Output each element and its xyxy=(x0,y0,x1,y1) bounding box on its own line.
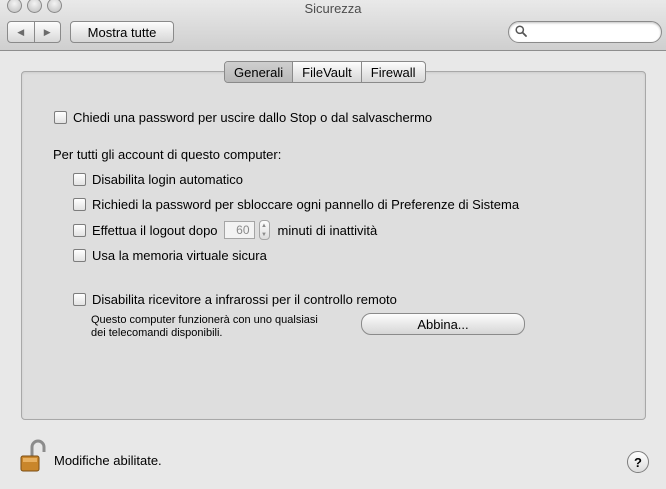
toolbar: Sicurezza ◀ ▶ Mostra tutte xyxy=(0,0,666,51)
secure-vm-checkbox[interactable] xyxy=(73,249,86,262)
password-on-wake-checkbox[interactable] xyxy=(54,111,67,124)
require-password-prefs-checkbox[interactable] xyxy=(73,198,86,211)
tab-filevault[interactable]: FileVault xyxy=(292,62,361,82)
search-field[interactable] xyxy=(508,21,662,43)
show-all-button[interactable]: Mostra tutte xyxy=(70,21,174,43)
tab-generali[interactable]: Generali xyxy=(225,62,293,82)
ir-note-line-1: Questo computer funzionerà con uno quals… xyxy=(91,314,318,326)
window-title: Sicurezza xyxy=(304,1,362,16)
logout-after-label: Effettua il logout dopo xyxy=(92,222,218,238)
logout-minutes-field[interactable]: 60 xyxy=(223,221,255,239)
stepper-up-icon: ▲ xyxy=(261,222,267,229)
disable-ir-row: Disabilita ricevitore a infrarossi per i… xyxy=(73,292,397,307)
question-mark-icon: ? xyxy=(634,454,642,470)
forward-button[interactable]: ▶ xyxy=(33,22,61,42)
secure-vm-row: Usa la memoria virtuale sicura xyxy=(73,248,267,263)
ir-note-line-2: dei telecomandi disponibili. xyxy=(91,327,223,339)
require-password-prefs-label: Richiedi la password per sbloccare ogni … xyxy=(92,197,520,212)
all-accounts-heading-row: Per tutti gli account di questo computer… xyxy=(53,147,281,162)
unlocked-padlock-icon[interactable] xyxy=(19,439,49,473)
disable-auto-login-label: Disabilita login automatico xyxy=(92,172,244,187)
navigation-segment: ◀ ▶ xyxy=(7,21,61,43)
search-input[interactable] xyxy=(531,24,657,41)
tab-firewall[interactable]: Firewall xyxy=(360,62,425,82)
disable-ir-label: Disabilita ricevitore a infrarossi per i… xyxy=(92,292,397,307)
password-on-wake-label: Chiedi una password per uscire dallo Sto… xyxy=(73,110,433,125)
logout-minutes-stepper[interactable]: ▲ ▼ xyxy=(258,220,270,240)
require-password-prefs-row: Richiedi la password per sbloccare ogni … xyxy=(73,197,519,212)
logout-after-checkbox[interactable] xyxy=(73,223,86,237)
stepper-down-icon: ▼ xyxy=(261,231,267,238)
back-arrow-icon: ◀ xyxy=(17,26,25,37)
tab-bar: Generali FileVault Firewall xyxy=(224,61,426,83)
logout-after-row: Effettua il logout dopo 60 ▲ ▼ minuti di… xyxy=(73,220,377,240)
help-button[interactable]: ? xyxy=(627,451,649,473)
search-icon xyxy=(515,25,527,37)
back-button[interactable]: ◀ xyxy=(8,22,34,42)
pair-remote-button[interactable]: Abbina... xyxy=(361,313,525,335)
forward-arrow-icon: ▶ xyxy=(43,26,51,37)
secure-vm-label: Usa la memoria virtuale sicura xyxy=(92,248,267,263)
all-accounts-heading: Per tutti gli account di questo computer… xyxy=(53,147,282,162)
disable-ir-checkbox[interactable] xyxy=(73,293,86,306)
password-on-wake-row: Chiedi una password per uscire dallo Sto… xyxy=(54,110,432,125)
disable-auto-login-checkbox[interactable] xyxy=(73,173,86,186)
disable-auto-login-row: Disabilita login automatico xyxy=(73,172,243,187)
logout-minutes-unit: minuti di inattività xyxy=(277,222,378,238)
lock-status-label: Modifiche abilitate. xyxy=(54,453,162,468)
